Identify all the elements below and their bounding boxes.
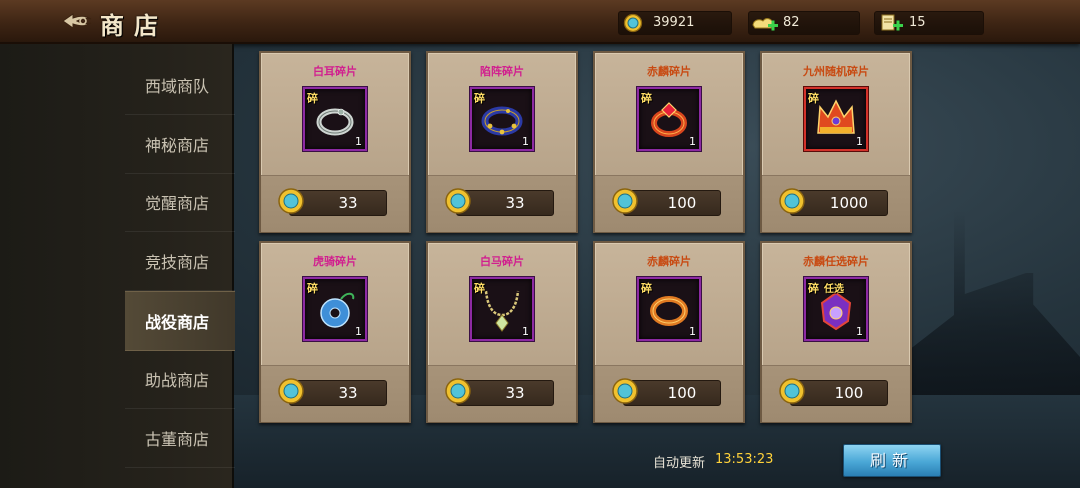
select-badge: 任选 <box>824 284 844 295</box>
gold-coin-icon <box>623 13 643 33</box>
item-icon-frame: 碎 1 <box>637 277 701 341</box>
shop-item-card[interactable]: 虎骑碎片 碎 1 33 <box>259 241 411 423</box>
gold-coin-icon <box>278 188 304 214</box>
item-name: 虎骑碎片 <box>313 255 357 268</box>
sidebar-item-support-shop[interactable]: 助战商店 <box>125 350 235 409</box>
item-quantity: 1 <box>355 135 362 148</box>
auto-refresh-label: 自动更新 <box>653 456 706 471</box>
item-name: 白马碎片 <box>480 255 524 268</box>
scroll-plus-icon <box>881 14 903 31</box>
ingot-value: 82 <box>783 15 800 30</box>
blue-gem-bracelet-icon <box>481 106 523 136</box>
sidebar-item-awakening-shop[interactable]: 觉醒商店 <box>125 173 235 232</box>
shard-badge: 碎 <box>307 282 318 295</box>
gold-necklace-icon <box>484 290 520 332</box>
sidebar-item-label: 古董商店 <box>145 430 210 449</box>
item-name: 赤麟任选碎片 <box>803 255 869 268</box>
sidebar-item-mystery-shop[interactable]: 神秘商店 <box>125 115 235 174</box>
item-icon-frame: 碎 任选 1 <box>804 277 868 341</box>
red-gem-ring-icon <box>651 102 687 137</box>
shop-item-card[interactable]: 白马碎片 碎 1 33 <box>426 241 578 423</box>
sidebar-item-antique-shop[interactable]: 古董商店 <box>125 409 235 468</box>
shard-badge: 碎 <box>808 282 819 295</box>
gold-bangle-icon <box>650 296 688 326</box>
item-price: 33 <box>505 384 525 402</box>
item-icon-frame: 碎 1 <box>303 87 367 151</box>
item-icon-frame: 碎 1 <box>804 87 868 151</box>
item-icon-frame: 碎 1 <box>637 87 701 151</box>
sidebar-item-label: 助战商店 <box>145 371 210 390</box>
sidebar-item-campaign-shop[interactable]: 战役商店 <box>125 291 235 351</box>
scroll-resource[interactable]: 15 <box>874 11 984 35</box>
sidebar-item-label: 西域商队 <box>145 77 210 96</box>
item-icon-frame: 碎 1 <box>470 87 534 151</box>
item-price: 33 <box>338 194 358 212</box>
item-quantity: 1 <box>689 325 696 338</box>
item-name: 白耳碎片 <box>313 65 357 78</box>
item-name: 赤麟碎片 <box>647 65 691 78</box>
shop-item-card[interactable]: 赤麟碎片 碎 1 100 <box>593 241 745 423</box>
item-price: 33 <box>338 384 358 402</box>
sidebar-item-label: 战役商店 <box>145 313 210 332</box>
shard-badge: 碎 <box>641 282 652 295</box>
item-quantity: 1 <box>355 325 362 338</box>
gold-coin-icon <box>779 378 805 404</box>
item-price: 100 <box>834 384 864 402</box>
shop-item-card[interactable]: 白耳碎片 碎 1 33 <box>259 51 411 233</box>
gold-value: 39921 <box>653 15 695 30</box>
top-bar: 商店 39921 82 15 <box>0 0 1080 44</box>
silver-ingot-plus-icon <box>752 18 778 31</box>
gold-coin-icon <box>278 378 304 404</box>
back-button[interactable] <box>60 10 96 32</box>
shard-badge: 碎 <box>641 92 652 105</box>
sidebar-item-arena-shop[interactable]: 竞技商店 <box>125 232 235 291</box>
shard-badge: 碎 <box>307 92 318 105</box>
shard-badge: 碎 <box>474 282 485 295</box>
item-icon-frame: 碎 1 <box>303 277 367 341</box>
item-quantity: 1 <box>689 135 696 148</box>
refresh-countdown: 13:53:23 <box>715 452 774 467</box>
scroll-value: 15 <box>909 15 926 30</box>
sidebar-item-label: 觉醒商店 <box>145 194 210 213</box>
item-quantity: 1 <box>522 135 529 148</box>
sidebar-item-label: 神秘商店 <box>145 136 210 155</box>
shard-badge: 碎 <box>808 92 819 105</box>
golden-crown-icon <box>817 99 855 134</box>
ingot-resource[interactable]: 82 <box>748 11 860 35</box>
gold-coin-icon <box>779 188 805 214</box>
gold-coin-icon <box>445 378 471 404</box>
item-quantity: 1 <box>522 325 529 338</box>
item-icon-frame: 碎 1 <box>470 277 534 341</box>
gold-coin-icon <box>612 378 638 404</box>
gold-coin-icon <box>445 188 471 214</box>
item-price: 1000 <box>829 194 869 212</box>
item-price: 100 <box>667 384 697 402</box>
item-name: 九州随机碎片 <box>803 65 869 78</box>
shop-item-card[interactable]: 九州随机碎片 碎 1 1000 <box>760 51 912 233</box>
sidebar-item-label: 竞技商店 <box>145 253 210 272</box>
blue-jade-pendant-icon <box>320 292 355 328</box>
shop-item-card[interactable]: 陷阵碎片 碎 1 33 <box>426 51 578 233</box>
cloud-back-arrow-icon <box>62 13 92 29</box>
page-title: 商店 <box>100 11 168 40</box>
shard-badge: 碎 <box>474 92 485 105</box>
item-quantity: 1 <box>856 325 863 338</box>
item-name: 陷阵碎片 <box>480 65 524 78</box>
silver-ring-icon <box>316 108 354 136</box>
refresh-button[interactable]: 刷新 <box>843 444 941 477</box>
shop-item-card[interactable]: 赤麟任选碎片 碎 任选 1 100 <box>760 241 912 423</box>
item-price: 100 <box>667 194 697 212</box>
item-name: 赤麟碎片 <box>647 255 691 268</box>
shop-item-card[interactable]: 赤麟碎片 碎 1 100 <box>593 51 745 233</box>
gold-coin-icon <box>612 188 638 214</box>
ship-silhouette-right <box>900 210 1080 420</box>
item-quantity: 1 <box>856 135 863 148</box>
gold-resource: 39921 <box>618 11 732 35</box>
sidebar-item-western-caravan[interactable]: 西域商队 <box>125 56 235 115</box>
item-price: 33 <box>505 194 525 212</box>
